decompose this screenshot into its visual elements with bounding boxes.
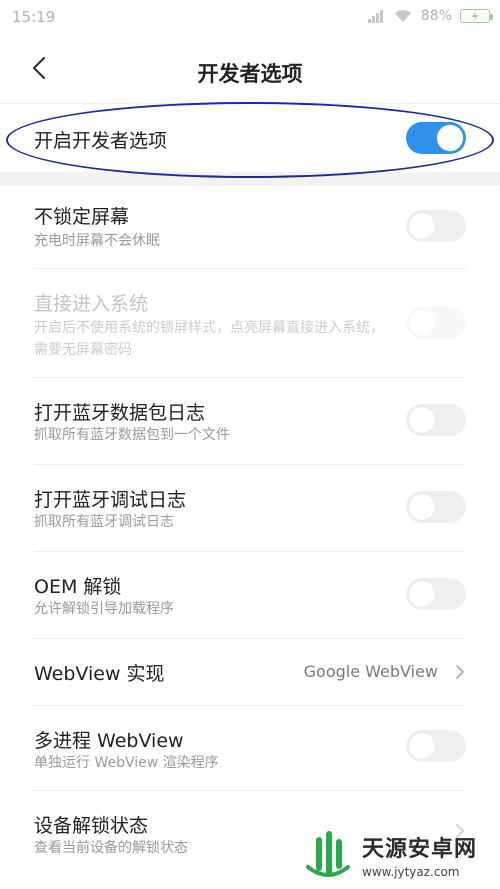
toggle-knob (409, 310, 435, 336)
page-title: 开发者选项 (197, 62, 303, 86)
row-subtitle: 充电时屏幕不会休眠 (34, 233, 160, 249)
app-bar: 开发者选项 (0, 34, 500, 104)
watermark-name: 天源安卓网 (362, 836, 478, 862)
direct-enter-system-toggle[interactable] (406, 307, 466, 339)
row-label: 打开蓝牙调试日志 (34, 489, 187, 511)
webview-implementation-value: Google WebView (303, 662, 438, 681)
row-bluetooth-debug-log[interactable]: 打开蓝牙调试日志 抓取所有蓝牙调试日志 (0, 465, 500, 551)
battery-icon (460, 9, 493, 23)
row-subtitle: 允许解锁引导加载程序 (34, 601, 174, 617)
row-keep-awake[interactable]: 不锁定屏幕 充电时屏幕不会休眠 (0, 186, 500, 268)
toggle-knob (409, 213, 435, 239)
battery-percent: 88% (420, 8, 452, 24)
toggle-knob (409, 407, 435, 433)
toggle-knob (409, 494, 435, 520)
row-oem-unlock[interactable]: OEM 解锁 允许解锁引导加载程序 (0, 552, 500, 638)
toggle-knob (409, 733, 435, 759)
bluetooth-hci-log-toggle[interactable] (406, 404, 466, 436)
keep-awake-toggle[interactable] (406, 210, 466, 242)
watermark-text: 天源安卓网 www.jytyaz.com (362, 831, 477, 879)
row-direct-enter-system[interactable]: 直接进入系统 开启后不使用系统的锁屏样式，点亮屏幕直接进入系统，需要无屏幕密码 (0, 269, 500, 377)
master-developer-toggle[interactable] (406, 122, 466, 154)
status-icons: 88% (367, 8, 493, 24)
oem-unlock-toggle[interactable] (406, 578, 466, 610)
toggle-knob (437, 125, 463, 151)
row-label: 多进程 WebView (34, 730, 184, 752)
master-toggle-label: 开启开发者选项 (34, 130, 168, 152)
status-time: 15:19 (12, 8, 56, 26)
status-bar: 15:19 88% (0, 0, 500, 34)
watermark-url: www.jytyaz.com (362, 864, 460, 879)
row-subtitle: 抓取所有蓝牙数据包到一个文件 (34, 427, 230, 443)
master-developer-toggle-row[interactable]: 开启开发者选项 (0, 104, 500, 172)
row-label: 打开蓝牙数据包日志 (34, 402, 206, 424)
row-subtitle: 开启后不使用系统的锁屏样式，点亮屏幕直接进入系统，需要无屏幕密码 (34, 320, 384, 358)
bluetooth-debug-log-toggle[interactable] (406, 491, 466, 523)
watermark: 天源安卓网 www.jytyaz.com (300, 820, 500, 889)
chevron-right-icon (456, 665, 464, 679)
wifi-icon (394, 10, 411, 22)
multiprocess-webview-toggle[interactable] (406, 730, 466, 762)
row-label: 不锁定屏幕 (34, 206, 130, 228)
row-label: 直接进入系统 (34, 293, 149, 315)
row-webview-implementation[interactable]: WebView 实现 Google WebView (0, 639, 500, 705)
row-label: 设备解锁状态 (34, 815, 149, 837)
toggle-knob (409, 581, 435, 607)
watermark-logo-icon (302, 828, 354, 881)
row-subtitle: 抓取所有蓝牙调试日志 (34, 514, 174, 530)
row-label: OEM 解锁 (34, 576, 122, 598)
signal-icon (367, 10, 383, 23)
row-label: WebView 实现 (34, 663, 165, 685)
section-gap (0, 172, 500, 186)
row-subtitle: 单独运行 WebView 渲染程序 (34, 755, 219, 771)
row-bluetooth-hci-log[interactable]: 打开蓝牙数据包日志 抓取所有蓝牙数据包到一个文件 (0, 378, 500, 464)
row-multiprocess-webview[interactable]: 多进程 WebView 单独运行 WebView 渲染程序 (0, 706, 500, 790)
